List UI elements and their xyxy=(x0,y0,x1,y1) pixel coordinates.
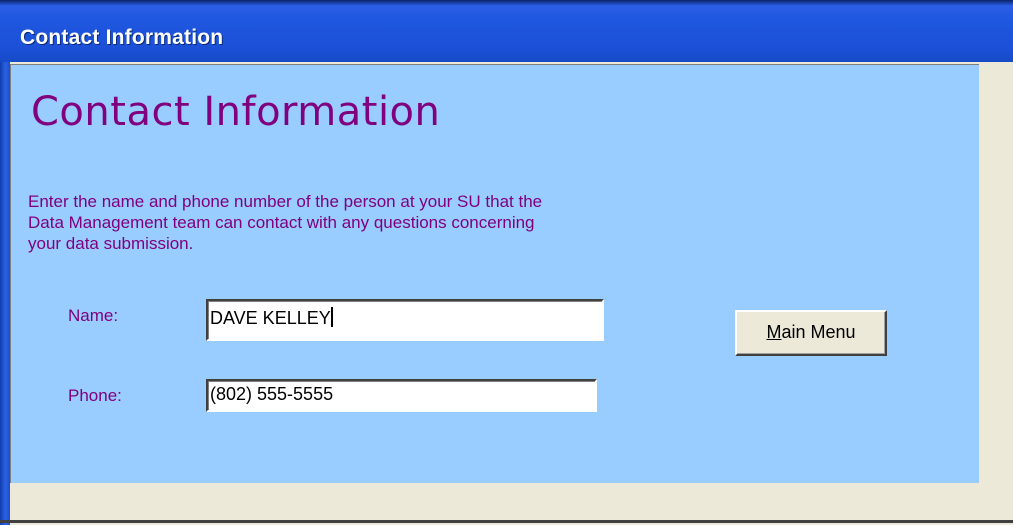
main-menu-label: ain Menu xyxy=(781,322,856,342)
window-left-border xyxy=(0,62,10,525)
window-bottom-border xyxy=(0,520,1013,523)
main-menu-button[interactable]: Main Menu xyxy=(735,310,887,356)
title-bar[interactable]: Contact Information xyxy=(0,0,1013,62)
window-title: Contact Information xyxy=(20,26,224,49)
phone-field[interactable]: (802) 555-5555 xyxy=(206,379,597,412)
form-detail-section: Contact Information Enter the name and p… xyxy=(10,64,979,483)
name-field-value: DAVE KELLEY xyxy=(210,308,331,328)
instructions-line: Data Management team can contact with an… xyxy=(28,213,535,232)
name-label: Name: xyxy=(68,306,119,325)
instructions-text: Enter the name and phone number of the p… xyxy=(28,191,718,254)
phone-field-value: (802) 555-5555 xyxy=(210,384,334,404)
phone-label: Phone: xyxy=(68,386,122,405)
instructions-line: Enter the name and phone number of the p… xyxy=(28,192,543,211)
app-window: Contact Information Contact Information … xyxy=(0,0,1013,525)
instructions-line: your data submission. xyxy=(28,234,194,253)
text-caret xyxy=(330,307,333,327)
main-menu-accelerator: M xyxy=(766,322,782,342)
name-field[interactable]: DAVE KELLEY xyxy=(206,299,604,341)
form-header-label: Contact Information xyxy=(31,89,441,135)
